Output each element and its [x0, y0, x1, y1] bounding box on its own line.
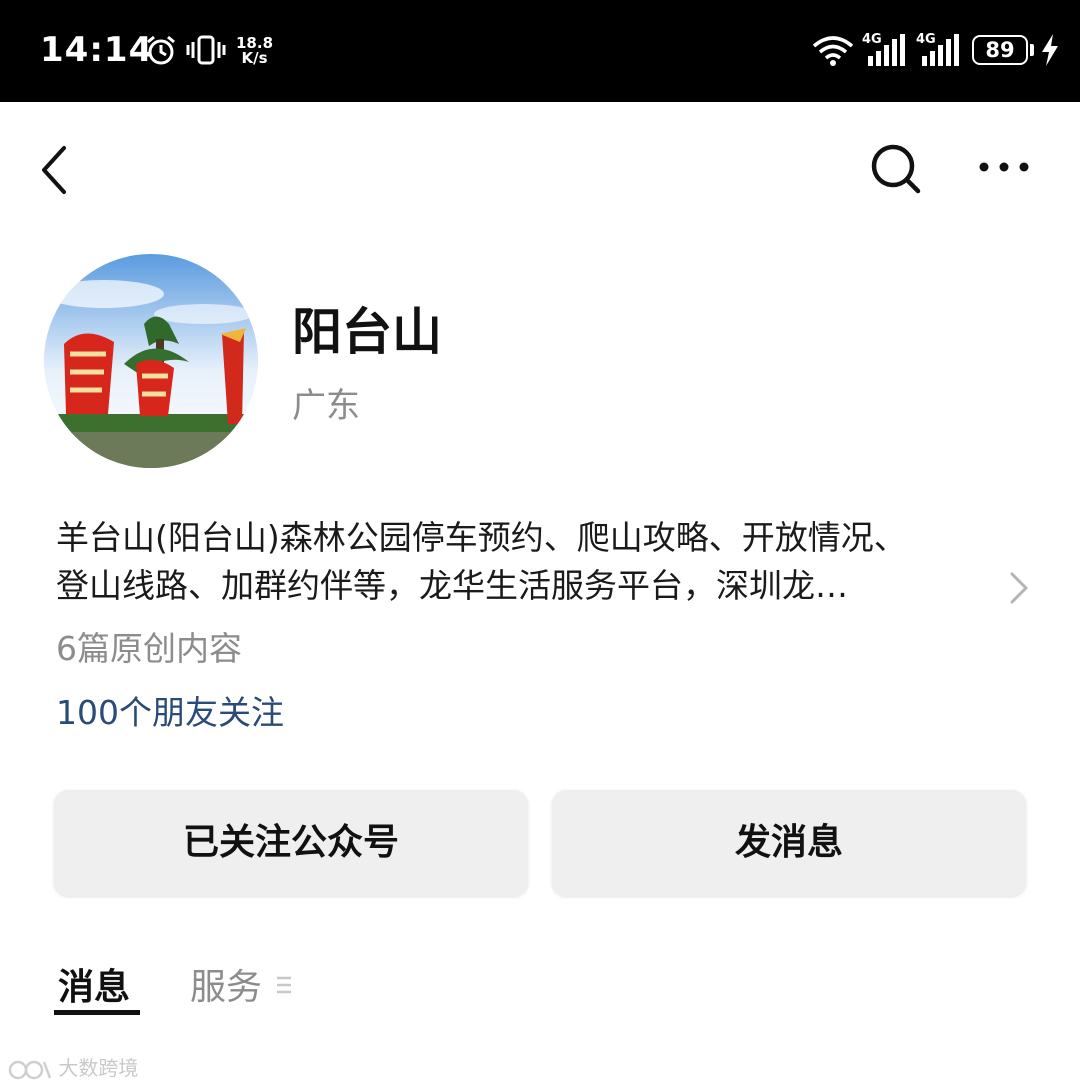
account-region: 广东	[292, 386, 360, 426]
search-icon[interactable]	[866, 140, 926, 200]
description-line: 登山线路、加群约伴等，龙华生活服务平台，深圳龙…	[56, 566, 848, 605]
more-icon[interactable]	[976, 152, 1032, 182]
active-tab-indicator	[54, 1010, 140, 1015]
status-time: 14:14	[40, 30, 154, 70]
back-icon[interactable]	[36, 142, 76, 198]
followed-account-button[interactable]: 已关注公众号	[54, 790, 528, 896]
alarm-icon	[147, 35, 175, 65]
tab-services[interactable]: 服务	[190, 958, 262, 1010]
charging-icon	[1042, 34, 1058, 66]
watermark-text: 大数跨境	[58, 1056, 139, 1080]
watermark-logo-icon	[8, 1060, 52, 1079]
account-description[interactable]: 羊台山(阳台山)森林公园停车预约、爬山攻略、开放情况、 登山线路、加群约伴等，龙…	[56, 514, 1016, 610]
avatar-image	[44, 254, 258, 468]
watermark: 大数跨境	[8, 1052, 138, 1082]
battery-tip	[1030, 44, 1034, 56]
original-articles-count[interactable]: 6篇原创内容	[56, 622, 242, 670]
status-bar: 14:14 18.8 K/s 4G 4G 89	[0, 0, 1080, 102]
description-line: 羊台山(阳台山)森林公园停车预约、爬山攻略、开放情况、	[56, 518, 907, 557]
account-name: 阳台山	[292, 303, 442, 361]
wifi-icon	[812, 36, 854, 66]
battery-icon: 89	[972, 35, 1028, 65]
avatar[interactable]	[44, 254, 258, 468]
battery-level: 89	[985, 38, 1015, 62]
network-speed: 18.8 K/s	[236, 36, 273, 66]
signal-strength-1: 4G	[862, 32, 908, 72]
menu-icon[interactable]	[276, 975, 292, 995]
chevron-right-icon[interactable]	[1006, 570, 1032, 606]
signal-strength-2: 4G	[916, 32, 962, 72]
send-message-button[interactable]: 发消息	[552, 790, 1026, 896]
tab-messages[interactable]: 消息	[58, 958, 130, 1010]
network-type-label: 4G	[862, 32, 882, 47]
nav-bar	[0, 102, 1080, 232]
friends-following-link[interactable]: 100个朋友关注	[56, 686, 284, 734]
vibrate-icon	[186, 35, 226, 65]
speed-unit: K/s	[241, 49, 268, 67]
network-type-label: 4G	[916, 32, 936, 47]
